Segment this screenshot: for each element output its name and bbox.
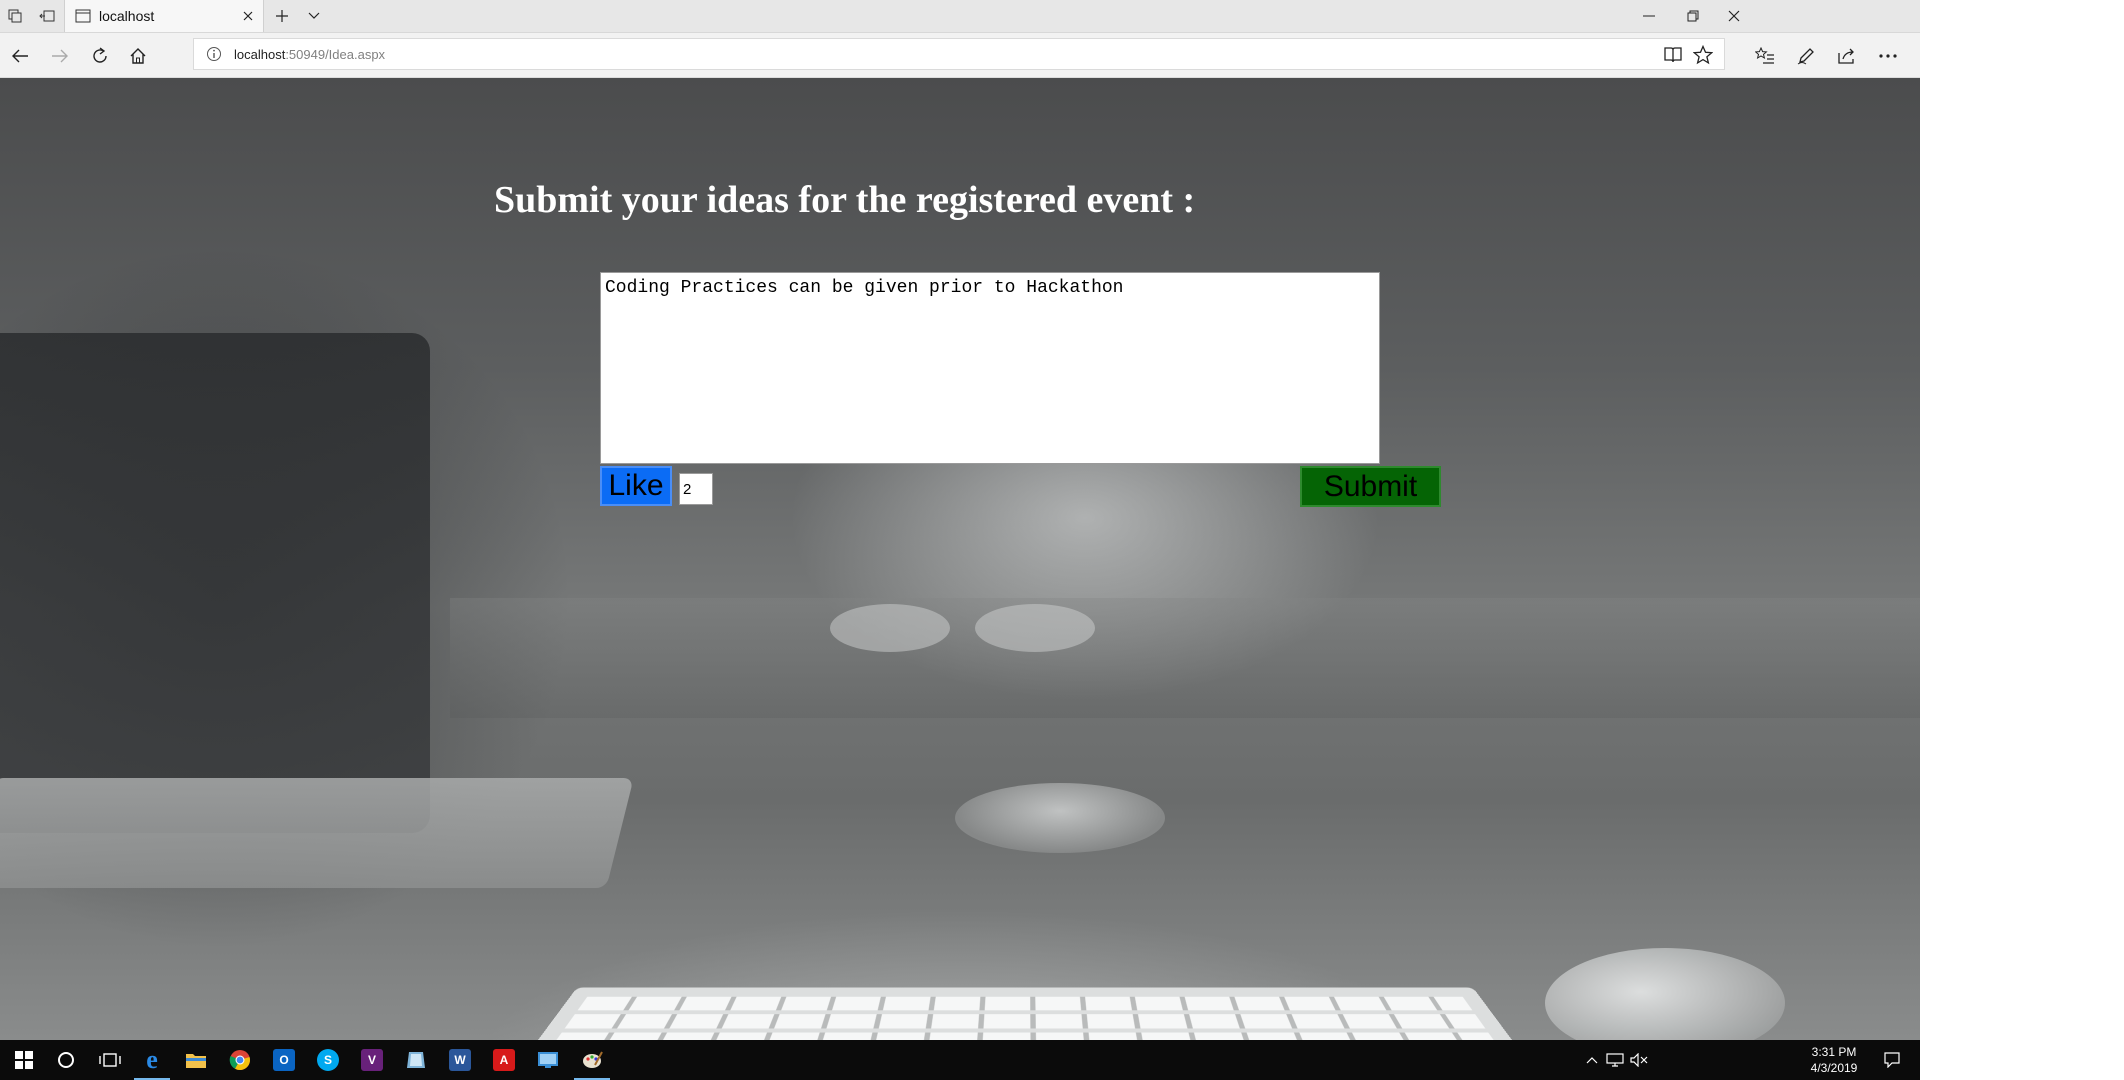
tab-preview-icon[interactable] xyxy=(4,5,26,27)
set-aside-tabs-icon[interactable] xyxy=(36,5,58,27)
screen: localhost localhost:50949/Idea.aspx Subm… xyxy=(0,0,1920,1080)
like-button[interactable]: Like xyxy=(600,466,672,506)
app-icon[interactable] xyxy=(524,1040,572,1080)
background-laptop xyxy=(0,333,430,833)
visual-studio-icon[interactable]: V xyxy=(348,1040,396,1080)
background-bowl xyxy=(955,783,1165,853)
url-host: localhost xyxy=(234,47,286,62)
background-shelf xyxy=(450,598,1920,718)
navigation-bar: localhost:50949/Idea.aspx xyxy=(0,33,1920,78)
network-icon[interactable] xyxy=(1604,1040,1626,1080)
outlook-icon[interactable]: O xyxy=(260,1040,308,1080)
task-view-icon[interactable] xyxy=(86,1040,134,1080)
like-count-field[interactable] xyxy=(679,473,713,505)
taskbar: e O S V W A 3:31 PM 4/3/2019 xyxy=(0,1040,1920,1080)
minimize-button[interactable] xyxy=(1626,0,1672,32)
blank-area xyxy=(1920,0,2124,1080)
address-bar[interactable]: localhost:50949/Idea.aspx xyxy=(193,38,1725,70)
cortana-icon[interactable] xyxy=(42,1040,90,1080)
background-laptop-base xyxy=(0,778,634,888)
more-options-icon[interactable] xyxy=(1874,42,1902,70)
system-clock[interactable]: 3:31 PM 4/3/2019 xyxy=(1798,1044,1870,1076)
show-hidden-icons-icon[interactable] xyxy=(1582,1040,1602,1080)
refresh-icon[interactable] xyxy=(86,42,114,70)
back-button[interactable] xyxy=(6,42,34,70)
favorite-star-icon[interactable] xyxy=(1692,44,1714,66)
clock-date: 4/3/2019 xyxy=(1810,1061,1858,1075)
tab-bar: localhost xyxy=(0,0,1920,33)
close-window-button[interactable] xyxy=(1711,0,1757,32)
reading-view-icon[interactable] xyxy=(1662,44,1684,66)
url-text: localhost:50949/Idea.aspx xyxy=(234,47,385,62)
url-path: :50949/Idea.aspx xyxy=(285,47,386,62)
info-icon[interactable] xyxy=(206,46,222,62)
acrobat-icon[interactable]: A xyxy=(480,1040,528,1080)
background-glasses xyxy=(830,604,1095,652)
action-center-icon[interactable] xyxy=(1872,1040,1912,1080)
close-tab-icon[interactable] xyxy=(239,7,257,25)
chevron-down-icon[interactable] xyxy=(302,5,326,27)
forward-button[interactable] xyxy=(46,42,74,70)
edge-icon[interactable]: e xyxy=(128,1040,176,1080)
tab-localhost[interactable]: localhost xyxy=(64,0,264,32)
start-icon[interactable] xyxy=(0,1040,48,1080)
pen-icon[interactable] xyxy=(1792,42,1820,70)
skype-icon[interactable]: S xyxy=(304,1040,352,1080)
paint-icon[interactable] xyxy=(568,1040,616,1080)
tab-title: localhost xyxy=(99,8,155,24)
idea-textarea[interactable]: Coding Practices can be given prior to H… xyxy=(600,272,1380,464)
home-icon[interactable] xyxy=(124,42,152,70)
share-icon[interactable] xyxy=(1833,42,1861,70)
page-heading: Submit your ideas for the registered eve… xyxy=(494,179,1196,221)
volume-muted-icon[interactable] xyxy=(1628,1040,1650,1080)
restore-button[interactable] xyxy=(1670,0,1716,32)
page-icon xyxy=(75,9,91,28)
submit-button[interactable]: Submit xyxy=(1300,466,1441,507)
page-content: Submit your ideas for the registered eve… xyxy=(0,78,1920,1040)
background-mouse xyxy=(1545,948,1785,1040)
clock-time: 3:31 PM xyxy=(1811,1045,1857,1059)
file-explorer-icon[interactable] xyxy=(172,1040,220,1080)
background-keyboard xyxy=(495,987,1555,1040)
favorites-hub-icon[interactable] xyxy=(1751,42,1779,70)
chrome-icon[interactable] xyxy=(216,1040,264,1080)
word-icon[interactable]: W xyxy=(436,1040,484,1080)
new-tab-button[interactable] xyxy=(270,5,294,27)
app-icon[interactable] xyxy=(392,1040,440,1080)
